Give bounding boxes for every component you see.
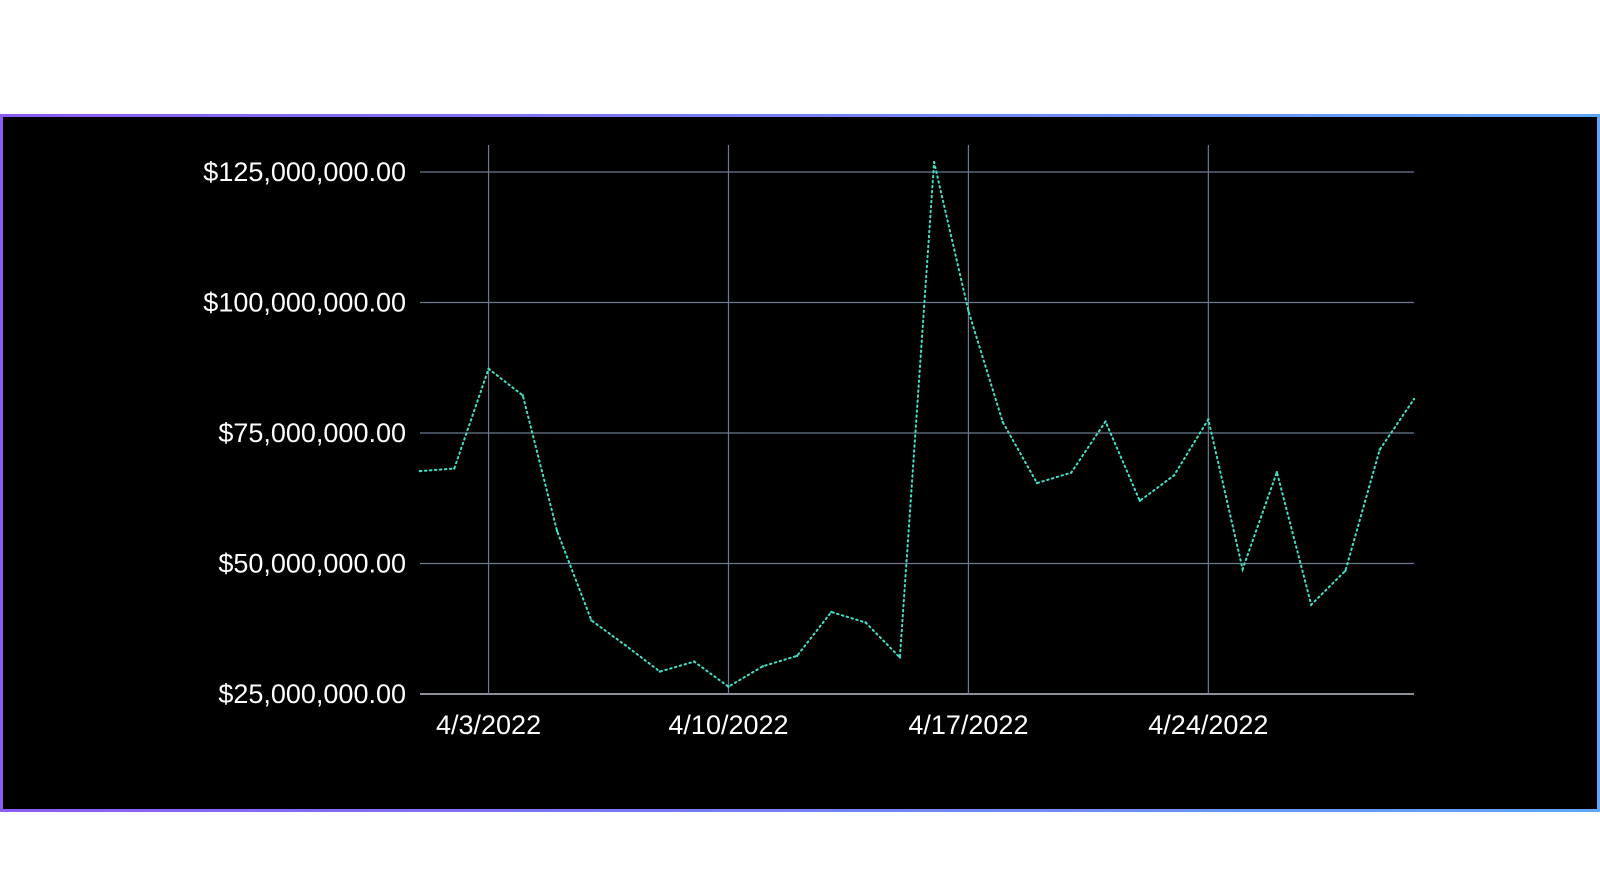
data-point: [1138, 499, 1141, 503]
x-tick-label: 4/10/2022: [668, 710, 788, 740]
data-point: [898, 656, 902, 659]
data-point: [761, 665, 764, 668]
data-point: [487, 367, 490, 370]
data-point: [1104, 420, 1107, 423]
data-point: [1241, 568, 1244, 571]
data-point: [693, 660, 696, 663]
data-point: [1001, 420, 1004, 424]
grid-lines: [420, 145, 1414, 695]
series-layer: [418, 160, 1416, 688]
data-point: [932, 160, 936, 164]
x-tick-label: 4/24/2022: [1148, 710, 1268, 740]
data-point: [1344, 569, 1347, 573]
y-axis: $25,000,000.00 $50,000,000.00 $75,000,000.…: [203, 157, 406, 709]
series-line: [419, 161, 1415, 688]
data-point: [590, 619, 593, 622]
data-point: [1275, 470, 1279, 474]
data-point: [1378, 448, 1381, 451]
data-point: [1035, 481, 1039, 485]
data-point: [727, 685, 730, 688]
data-point: [453, 467, 456, 470]
data-point: [1412, 397, 1416, 401]
data-point: [555, 529, 559, 533]
data-point: [1207, 418, 1210, 421]
data-point: [967, 309, 970, 313]
x-tick-label: 4/17/2022: [908, 710, 1028, 740]
line-chart: $25,000,000.00 $50,000,000.00 $75,000,000.…: [203, 145, 1416, 740]
data-point: [521, 394, 525, 397]
x-tick-label: 4/3/2022: [436, 710, 541, 740]
data-point: [658, 670, 662, 673]
y-tick-label: $125,000,000.00: [203, 157, 406, 187]
data-point: [418, 469, 422, 473]
data-point: [1172, 474, 1176, 477]
y-tick-label: $100,000,000.00: [203, 288, 406, 318]
data-point: [795, 654, 799, 658]
data-point: [830, 610, 833, 614]
y-tick-label: $50,000,000.00: [218, 549, 406, 579]
y-tick-label: $75,000,000.00: [218, 418, 406, 448]
y-tick-label: $25,000,000.00: [218, 679, 406, 709]
data-point: [1070, 471, 1073, 474]
x-axis: 4/3/2022 4/10/2022 4/17/2022 4/24/2022: [436, 710, 1268, 740]
data-point: [864, 621, 867, 624]
chart-frame: $25,000,000.00 $50,000,000.00 $75,000,000.…: [0, 114, 1600, 812]
data-point: [1309, 603, 1313, 606]
data-point: [624, 644, 627, 647]
